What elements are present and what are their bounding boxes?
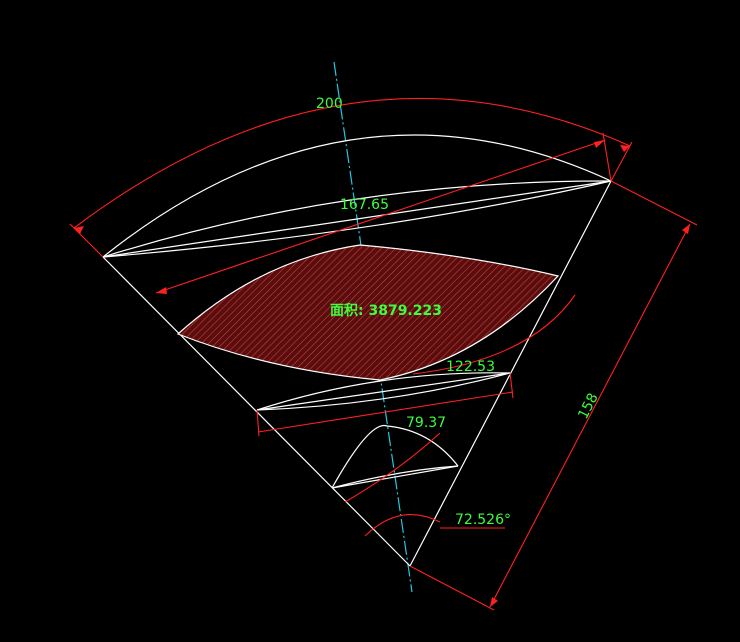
cad-drawing: 200 167.65 面积: 3879.223 122.53 79.37 72.… <box>69 61 698 611</box>
lower-chord-label: 79.37 <box>406 415 446 431</box>
angle-label: 72.526° <box>455 512 511 528</box>
arrowhead <box>490 597 498 607</box>
lower-chord-dimension <box>344 432 441 503</box>
arrowhead <box>594 140 605 148</box>
arrowhead <box>682 224 690 234</box>
arc-dim-ext-right <box>610 141 633 182</box>
middle-dim-ext-right <box>509 372 514 399</box>
slant-dim-ext-bottom <box>409 565 495 611</box>
slant-length-label: 158 <box>575 391 601 422</box>
arc-length-label: 200 <box>316 96 343 112</box>
sector-outer-arc <box>102 134 612 258</box>
area-label: 面积: 3879.223 <box>330 302 442 319</box>
slant-dim-ext-top <box>610 180 698 226</box>
upper-chord-label: 167.65 <box>340 197 389 213</box>
arrowhead <box>156 287 167 294</box>
middle-chord-label: 122.53 <box>446 359 495 375</box>
